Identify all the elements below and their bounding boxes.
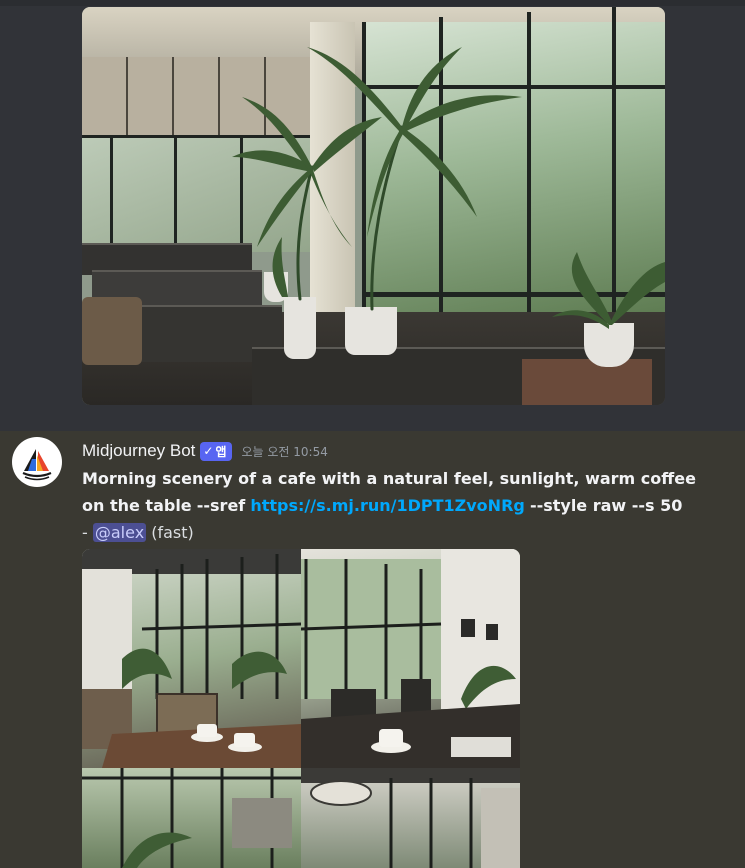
message-image-grid[interactable] xyxy=(82,549,520,868)
user-mention[interactable]: @alex xyxy=(92,523,147,542)
grid-tile-3 xyxy=(82,768,301,868)
grid-tile-2 xyxy=(301,549,520,768)
checkmark-icon: ✓ xyxy=(203,444,214,458)
message-timestamp[interactable]: 오늘 오전 10:54 xyxy=(242,443,328,460)
message-image-previous[interactable] xyxy=(82,7,665,405)
speed-label: (fast) xyxy=(151,523,194,542)
separator: - xyxy=(82,523,88,542)
author-name[interactable]: Midjourney Bot xyxy=(82,441,195,461)
message-content: Morning scenery of a cafe with a natural… xyxy=(82,465,702,546)
grid-tile-4 xyxy=(301,768,520,868)
sref-link[interactable]: https://s.mj.run/1DPT1ZvoNRg xyxy=(250,496,524,515)
prompt-params: --style raw --s 50 xyxy=(529,496,683,515)
grid-tile-1 xyxy=(82,549,301,768)
sailboat-logo-icon[interactable] xyxy=(12,437,62,487)
message-header: Midjourney Bot ✓ 앱 오늘 오전 10:54 xyxy=(82,438,328,464)
sref-flag: --sref xyxy=(196,496,246,515)
app-badge-label: 앱 xyxy=(215,444,227,459)
app-badge: ✓ 앱 xyxy=(200,441,232,461)
